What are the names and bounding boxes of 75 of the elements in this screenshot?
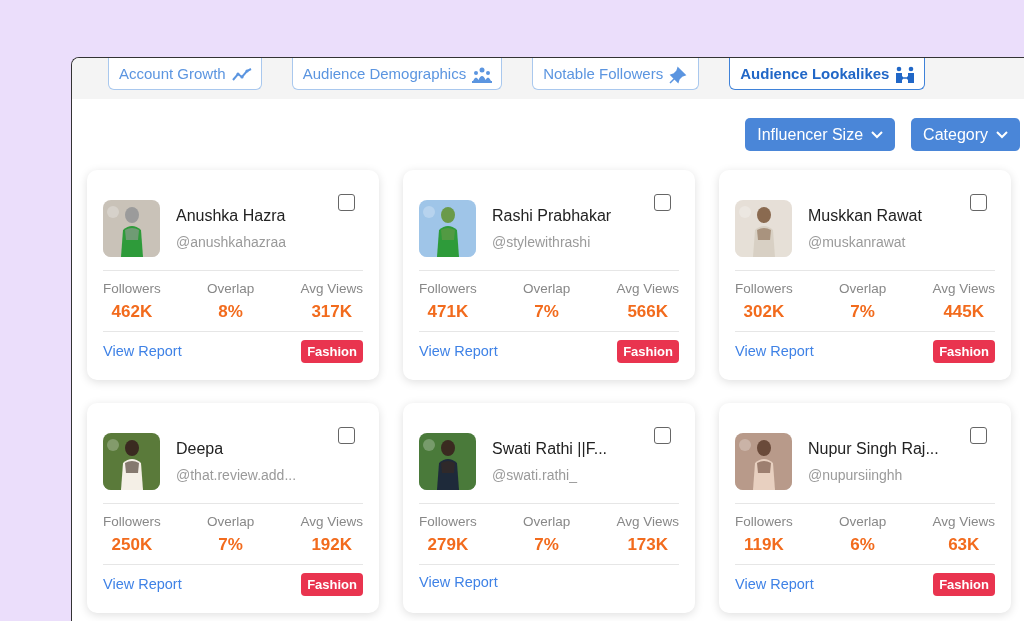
influencer-name: Nupur Singh Raj... bbox=[808, 439, 939, 459]
stat-value: 173K bbox=[626, 534, 670, 557]
stat-value: 302K bbox=[742, 301, 786, 324]
influencer-handle: @that.review.add... bbox=[176, 466, 297, 485]
people-arrows-icon bbox=[895, 65, 916, 84]
tab[interactable]: Notable Followers bbox=[532, 58, 700, 90]
stat-label: Avg Views bbox=[300, 513, 363, 531]
tab[interactable]: Audience Demographics bbox=[291, 58, 503, 90]
stat-value: 471K bbox=[426, 301, 470, 324]
category-tag: Fashion bbox=[933, 339, 995, 364]
influencer-name: Deepa bbox=[176, 439, 225, 459]
stat-label: Avg Views bbox=[616, 280, 679, 298]
stat-label: Followers bbox=[419, 280, 477, 298]
stat-label: Avg Views bbox=[932, 280, 995, 298]
stat-value: 317K bbox=[310, 301, 354, 324]
stat-value: 8% bbox=[217, 301, 244, 324]
checkbox[interactable] bbox=[970, 194, 987, 211]
view-report-link[interactable]: View Report bbox=[103, 575, 182, 594]
stat-value: 250K bbox=[110, 534, 154, 557]
view-report-link[interactable]: View Report bbox=[103, 342, 182, 361]
stat-label: Overlap bbox=[206, 513, 255, 531]
stat-value: 279K bbox=[426, 534, 470, 557]
stat-label: Followers bbox=[419, 513, 477, 531]
stat-value: 445K bbox=[942, 301, 986, 324]
stat-value: 192K bbox=[310, 534, 354, 557]
filter-dropdown[interactable]: Influencer Size bbox=[745, 118, 896, 151]
view-report-link[interactable]: View Report bbox=[735, 575, 814, 594]
stat-value: 7% bbox=[533, 301, 560, 324]
checkbox[interactable] bbox=[338, 427, 355, 444]
stat-value: 566K bbox=[626, 301, 670, 324]
influencer-name: Anushka Hazra bbox=[176, 206, 286, 226]
influencer-name: Rashi Prabhakar bbox=[492, 206, 612, 226]
influencer-name: Muskkan Rawat bbox=[808, 206, 922, 226]
stat-label: Avg Views bbox=[616, 513, 679, 531]
chevron-down-icon bbox=[996, 130, 1008, 139]
stat-label: Overlap bbox=[838, 513, 887, 531]
category-tag: Fashion bbox=[933, 572, 995, 597]
stat-label: Followers bbox=[735, 280, 793, 298]
tab[interactable]: Audience Lookalikes bbox=[729, 58, 926, 90]
stat-value: 462K bbox=[110, 301, 154, 324]
category-tag: Fashion bbox=[301, 339, 363, 364]
stat-label: Followers bbox=[735, 513, 793, 531]
influencer-name: Swati Rathi ||F... bbox=[492, 439, 607, 459]
influencer-handle: @nupursiinghh bbox=[808, 466, 904, 485]
chevron-down-icon bbox=[871, 130, 884, 139]
stat-value: 6% bbox=[849, 534, 876, 557]
stat-value: 7% bbox=[533, 534, 560, 557]
filter-dropdown[interactable]: Category bbox=[911, 118, 1020, 151]
stat-value: 63K bbox=[947, 534, 981, 557]
influencer-handle: @stylewithrashi bbox=[492, 233, 592, 252]
checkbox[interactable] bbox=[654, 194, 671, 211]
view-report-link[interactable]: View Report bbox=[419, 342, 498, 361]
stat-value: 7% bbox=[217, 534, 244, 557]
people-group-icon bbox=[472, 65, 493, 84]
checkbox[interactable] bbox=[338, 194, 355, 211]
stat-value: 7% bbox=[849, 301, 876, 324]
checkbox[interactable] bbox=[654, 427, 671, 444]
view-report-link[interactable]: View Report bbox=[419, 572, 498, 592]
tab[interactable]: Account Growth bbox=[108, 58, 262, 90]
influencer-handle: @anushkahazraa bbox=[176, 233, 286, 252]
influencer-handle: @swati.rathi_ bbox=[492, 466, 579, 485]
stat-label: Overlap bbox=[522, 513, 571, 531]
stat-label: Followers bbox=[103, 513, 161, 531]
stat-label: Avg Views bbox=[932, 513, 995, 531]
stat-label: Avg Views bbox=[300, 280, 363, 298]
checkbox[interactable] bbox=[970, 427, 987, 444]
category-tag: Fashion bbox=[617, 339, 679, 364]
stat-label: Followers bbox=[103, 280, 161, 298]
influencer-handle: @muskanrawat bbox=[808, 233, 907, 252]
view-report-link[interactable]: View Report bbox=[735, 342, 814, 361]
stat-label: Overlap bbox=[206, 280, 255, 298]
stat-label: Overlap bbox=[838, 280, 887, 298]
stat-label: Overlap bbox=[522, 280, 571, 298]
stat-value: 119K bbox=[743, 534, 785, 557]
category-tag: Fashion bbox=[301, 572, 363, 597]
